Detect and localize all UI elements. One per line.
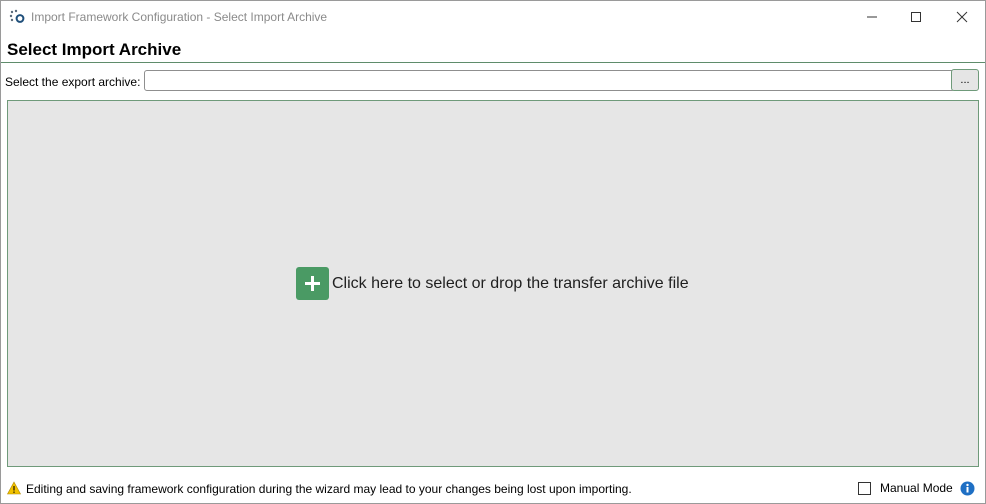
minimize-button[interactable] xyxy=(849,1,895,32)
warning-message: Editing and saving framework configurati… xyxy=(26,482,632,496)
app-logo-icon xyxy=(9,9,25,23)
info-icon[interactable] xyxy=(960,481,975,496)
page-title: Select Import Archive xyxy=(7,40,182,59)
minimize-icon xyxy=(867,16,877,17)
warning-icon xyxy=(7,481,21,495)
drop-zone-text[interactable]: Click here to select or drop the transfe… xyxy=(332,274,689,294)
drop-zone-prompt[interactable]: Click here to select or drop the transfe… xyxy=(296,267,689,300)
import-wizard-window: Import Framework Configuration - Select … xyxy=(0,0,986,504)
maximize-icon xyxy=(911,11,921,22)
title-bar: Import Framework Configuration - Select … xyxy=(1,1,985,33)
plus-glyph xyxy=(305,276,320,291)
maximize-button[interactable] xyxy=(893,1,939,32)
close-icon xyxy=(956,11,968,22)
manual-mode-checkbox[interactable] xyxy=(858,482,871,495)
archive-drop-zone[interactable]: Click here to select or drop the transfe… xyxy=(7,100,979,467)
window-title: Import Framework Configuration - Select … xyxy=(31,10,328,24)
export-archive-label: Select the export archive: xyxy=(5,75,141,89)
manual-mode-label[interactable]: Manual Mode xyxy=(880,481,953,496)
plus-icon[interactable] xyxy=(296,267,329,300)
browse-button[interactable]: ... xyxy=(951,69,979,91)
export-archive-input[interactable] xyxy=(144,70,955,91)
close-button[interactable] xyxy=(939,1,985,32)
header-divider xyxy=(1,62,985,63)
